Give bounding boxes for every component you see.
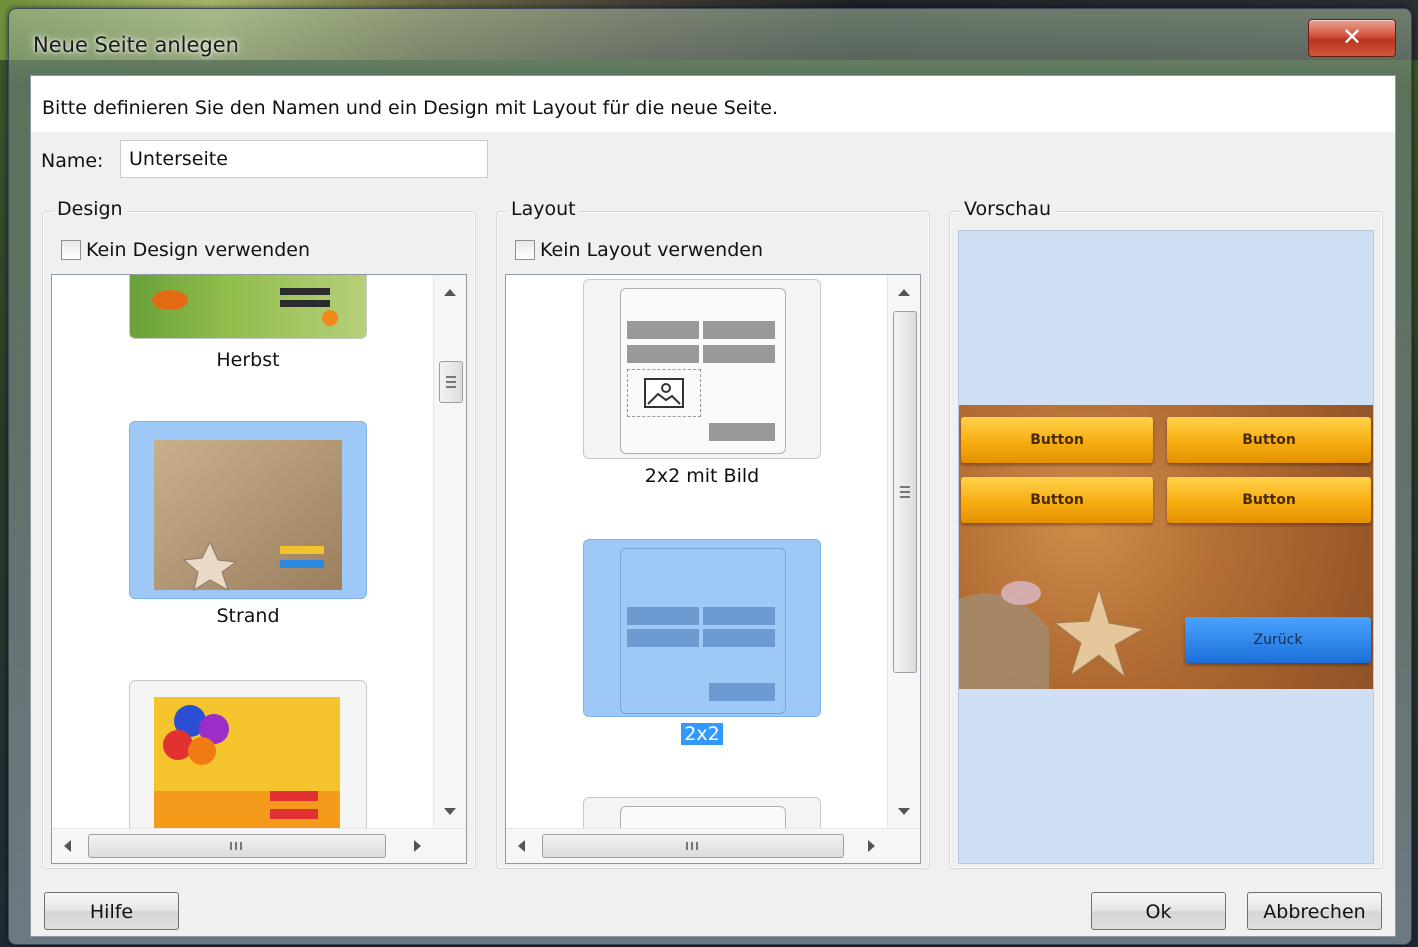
name-input[interactable] [120, 140, 488, 178]
layout-cell [627, 321, 699, 339]
layout-thumbnail-2x2 [583, 539, 821, 717]
layout-cell [703, 321, 775, 339]
design-group: Design Kein Design verwenden Herbst Stra… [42, 198, 476, 869]
preview-group-title: Vorschau [960, 198, 1056, 220]
layout-cell [703, 629, 775, 647]
dialog-content: Bitte definieren Sie den Namen und ein D… [30, 75, 1396, 937]
scroll-up-arrow-icon[interactable] [898, 289, 910, 296]
preview-button: Button [1167, 477, 1371, 523]
scroll-down-arrow-icon[interactable] [898, 808, 910, 815]
design-thumbnail-balloons [129, 680, 367, 840]
layout-item-label: 2x2 mit Bild [644, 465, 760, 487]
help-button[interactable]: Hilfe [44, 892, 179, 930]
image-icon [644, 378, 684, 408]
close-button[interactable]: ✕ [1308, 19, 1396, 57]
grip-icon [691, 842, 693, 850]
grip-icon [446, 376, 456, 378]
ok-button[interactable]: Ok [1091, 892, 1226, 930]
layout-cell [627, 607, 699, 625]
window-title: Neue Seite anlegen [33, 33, 239, 57]
layout-cell [627, 345, 699, 363]
scroll-left-arrow-icon[interactable] [518, 840, 525, 852]
layout-item-2x2-mit-bild[interactable]: 2x2 mit Bild [583, 279, 823, 495]
design-vertical-scrollbar[interactable] [433, 275, 466, 829]
grip-icon [446, 381, 456, 383]
grip-icon [696, 842, 698, 850]
design-vertical-thumb[interactable] [439, 361, 463, 403]
design-item-label: Herbst [216, 349, 280, 371]
design-thumbnail-herbst [129, 275, 367, 339]
layout-horizontal-thumb[interactable] [542, 834, 844, 858]
no-design-label: Kein Design verwenden [86, 239, 311, 261]
design-item-herbst[interactable]: Herbst [129, 275, 369, 375]
no-layout-checkbox-row[interactable]: Kein Layout verwenden [515, 239, 763, 261]
grip-icon [900, 486, 910, 488]
scroll-down-arrow-icon[interactable] [444, 808, 456, 815]
no-design-checkbox-row[interactable]: Kein Design verwenden [61, 239, 310, 261]
info-banner: Bitte definieren Sie den Namen und ein D… [31, 76, 1395, 132]
design-item-label: Strand [216, 605, 280, 627]
layout-cell [703, 607, 775, 625]
preview-button: Button [961, 417, 1153, 463]
design-item-partial[interactable] [129, 680, 369, 840]
preview-beach-image: Button Button Button Button Zurück [959, 405, 1373, 689]
scroll-right-arrow-icon[interactable] [868, 840, 875, 852]
grip-icon [230, 842, 232, 850]
layout-group-title: Layout [507, 198, 580, 220]
info-text: Bitte definieren Sie den Namen und ein D… [42, 97, 779, 119]
no-design-checkbox[interactable] [61, 240, 81, 260]
layout-group: Layout Kein Layout verwenden 2x2 mit Bil… [496, 198, 930, 869]
layout-page-frame [620, 548, 786, 714]
design-horizontal-scrollbar[interactable] [52, 828, 466, 863]
close-icon: ✕ [1341, 23, 1363, 51]
grip-icon [900, 491, 910, 493]
dialog-window: Neue Seite anlegen ✕ Bitte definieren Si… [8, 8, 1412, 945]
design-thumbnail-strand [129, 421, 367, 599]
name-label: Name: [41, 150, 104, 172]
grip-icon [240, 842, 242, 850]
grip-icon [446, 386, 456, 388]
image-placeholder [627, 369, 701, 417]
starfish-icon [959, 581, 1145, 689]
design-group-title: Design [53, 198, 127, 220]
design-item-strand[interactable]: Strand [129, 421, 369, 641]
herbst-leaf-icon [152, 288, 338, 326]
preview-back-button: Zurück [1185, 617, 1371, 663]
preview-button: Button [1167, 417, 1371, 463]
cancel-button[interactable]: Abbrechen [1247, 892, 1382, 930]
layout-cell [709, 423, 775, 441]
scroll-left-arrow-icon[interactable] [64, 840, 71, 852]
layout-vertical-thumb[interactable] [893, 311, 917, 673]
preview-area: Button Button Button Button Zurück [958, 230, 1374, 864]
title-bar[interactable]: Neue Seite anlegen ✕ [9, 9, 1411, 73]
no-layout-checkbox[interactable] [515, 240, 535, 260]
layout-item-label: 2x2 [583, 723, 821, 745]
grip-icon [900, 496, 910, 498]
layout-cell [709, 683, 775, 701]
scroll-right-arrow-icon[interactable] [414, 840, 421, 852]
no-layout-label: Kein Layout verwenden [540, 239, 763, 261]
grip-icon [235, 842, 237, 850]
layout-horizontal-scrollbar[interactable] [506, 828, 920, 863]
layout-item-2x2[interactable]: 2x2 [583, 539, 823, 755]
preview-button: Button [961, 477, 1153, 523]
layout-item-label-selected: 2x2 [681, 723, 723, 745]
grip-icon [686, 842, 688, 850]
design-horizontal-thumb[interactable] [88, 834, 386, 858]
layout-cell [703, 345, 775, 363]
layout-thumbnail-2x2-mit-bild [583, 279, 821, 459]
layout-vertical-scrollbar[interactable] [887, 275, 920, 829]
scroll-up-arrow-icon[interactable] [444, 289, 456, 296]
design-list[interactable]: Herbst Strand [51, 274, 467, 864]
layout-cell [627, 629, 699, 647]
layout-list[interactable]: 2x2 mit Bild 2x2 [505, 274, 921, 864]
balloons-icon [154, 697, 340, 839]
strand-beach-icon [154, 440, 342, 592]
layout-page-frame [620, 288, 786, 454]
